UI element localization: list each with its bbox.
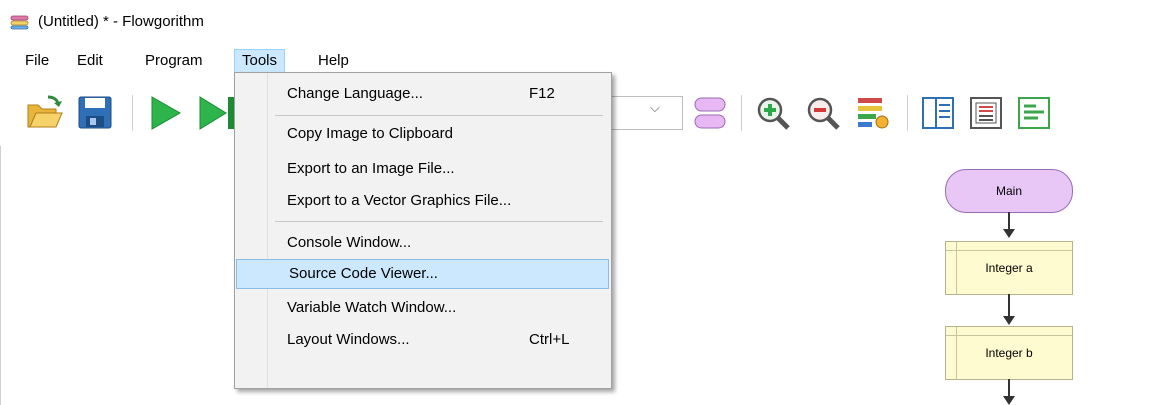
flowchart-declare-a[interactable]: Integer a: [945, 241, 1073, 295]
chart-style-icon[interactable]: [856, 96, 890, 130]
menu-item-label: Export to a Vector Graphics File...: [287, 192, 512, 209]
layout-split-icon[interactable]: [922, 97, 954, 129]
run-play-icon[interactable]: [150, 96, 182, 130]
menu-item-console-window[interactable]: Console Window...: [235, 228, 609, 258]
menu-item-label: Layout Windows...: [287, 331, 410, 348]
declare-divider: [946, 335, 1072, 336]
window-title: (Untitled) * - Flowgorithm: [38, 13, 204, 30]
declare-label: Integer a: [985, 261, 1033, 275]
menu-item-export-vector[interactable]: Export to a Vector Graphics File...: [235, 186, 609, 216]
declare-divider: [946, 250, 1072, 251]
toolbar-separator: [741, 95, 742, 131]
menu-program[interactable]: Program: [138, 50, 210, 72]
flowchart-arrow: [1003, 229, 1015, 238]
flowchart-arrow: [1003, 316, 1015, 325]
title-bar: (Untitled) * - Flowgorithm: [0, 0, 1162, 40]
toolbar-separator: [907, 95, 908, 131]
menu-item-label: Copy Image to Clipboard: [287, 125, 453, 142]
declare-label: Integer b: [985, 346, 1033, 360]
toolbar-dropdown[interactable]: [600, 96, 683, 130]
tools-menu-dropdown: Change Language... F12 Copy Image to Cli…: [234, 72, 612, 389]
zoom-out-icon[interactable]: [806, 96, 840, 130]
menu-item-label: Change Language...: [287, 85, 423, 102]
menu-item-label: Console Window...: [287, 234, 412, 251]
menu-item-source-code-viewer[interactable]: Source Code Viewer...: [236, 259, 609, 289]
flowchart-arrow: [1003, 396, 1015, 405]
menu-item-copy-image[interactable]: Copy Image to Clipboard: [235, 119, 609, 149]
menu-item-change-language[interactable]: Change Language... F12: [235, 79, 609, 109]
flowgorithm-app-icon: [10, 15, 29, 30]
menu-edit[interactable]: Edit: [70, 50, 110, 72]
open-folder-icon[interactable]: [26, 95, 64, 129]
save-disk-icon[interactable]: [78, 96, 112, 129]
menu-item-layout-windows[interactable]: Layout Windows... Ctrl+L: [235, 325, 609, 355]
menu-item-label: Variable Watch Window...: [287, 299, 457, 316]
flowchart-declare-b[interactable]: Integer b: [945, 326, 1073, 380]
menu-separator: [275, 115, 603, 116]
menu-item-label: Source Code Viewer...: [289, 265, 438, 282]
menu-help[interactable]: Help: [311, 50, 356, 72]
menu-item-export-image[interactable]: Export to an Image File...: [235, 154, 609, 184]
menu-separator: [275, 221, 603, 222]
step-forward-icon[interactable]: [198, 96, 234, 130]
menu-item-shortcut: Ctrl+L: [529, 331, 570, 348]
menu-item-label: Export to an Image File...: [287, 160, 455, 177]
flowchart-main-start[interactable]: Main: [945, 169, 1073, 213]
layout-watch-icon[interactable]: [1018, 97, 1050, 129]
menu-item-shortcut: F12: [529, 85, 555, 102]
function-shape-icon[interactable]: [694, 96, 726, 130]
menu-file[interactable]: File: [18, 50, 56, 72]
menu-tools[interactable]: Tools: [234, 49, 286, 73]
zoom-in-icon[interactable]: [756, 96, 790, 130]
chevron-down-icon[interactable]: ⌵: [650, 100, 660, 116]
toolbar-separator: [132, 95, 133, 131]
menu-bar: File Edit Program Tools Help: [0, 40, 1162, 73]
menu-item-variable-watch[interactable]: Variable Watch Window...: [235, 293, 609, 323]
flowchart-connector: [1008, 294, 1010, 318]
layout-code-icon[interactable]: [970, 97, 1002, 129]
